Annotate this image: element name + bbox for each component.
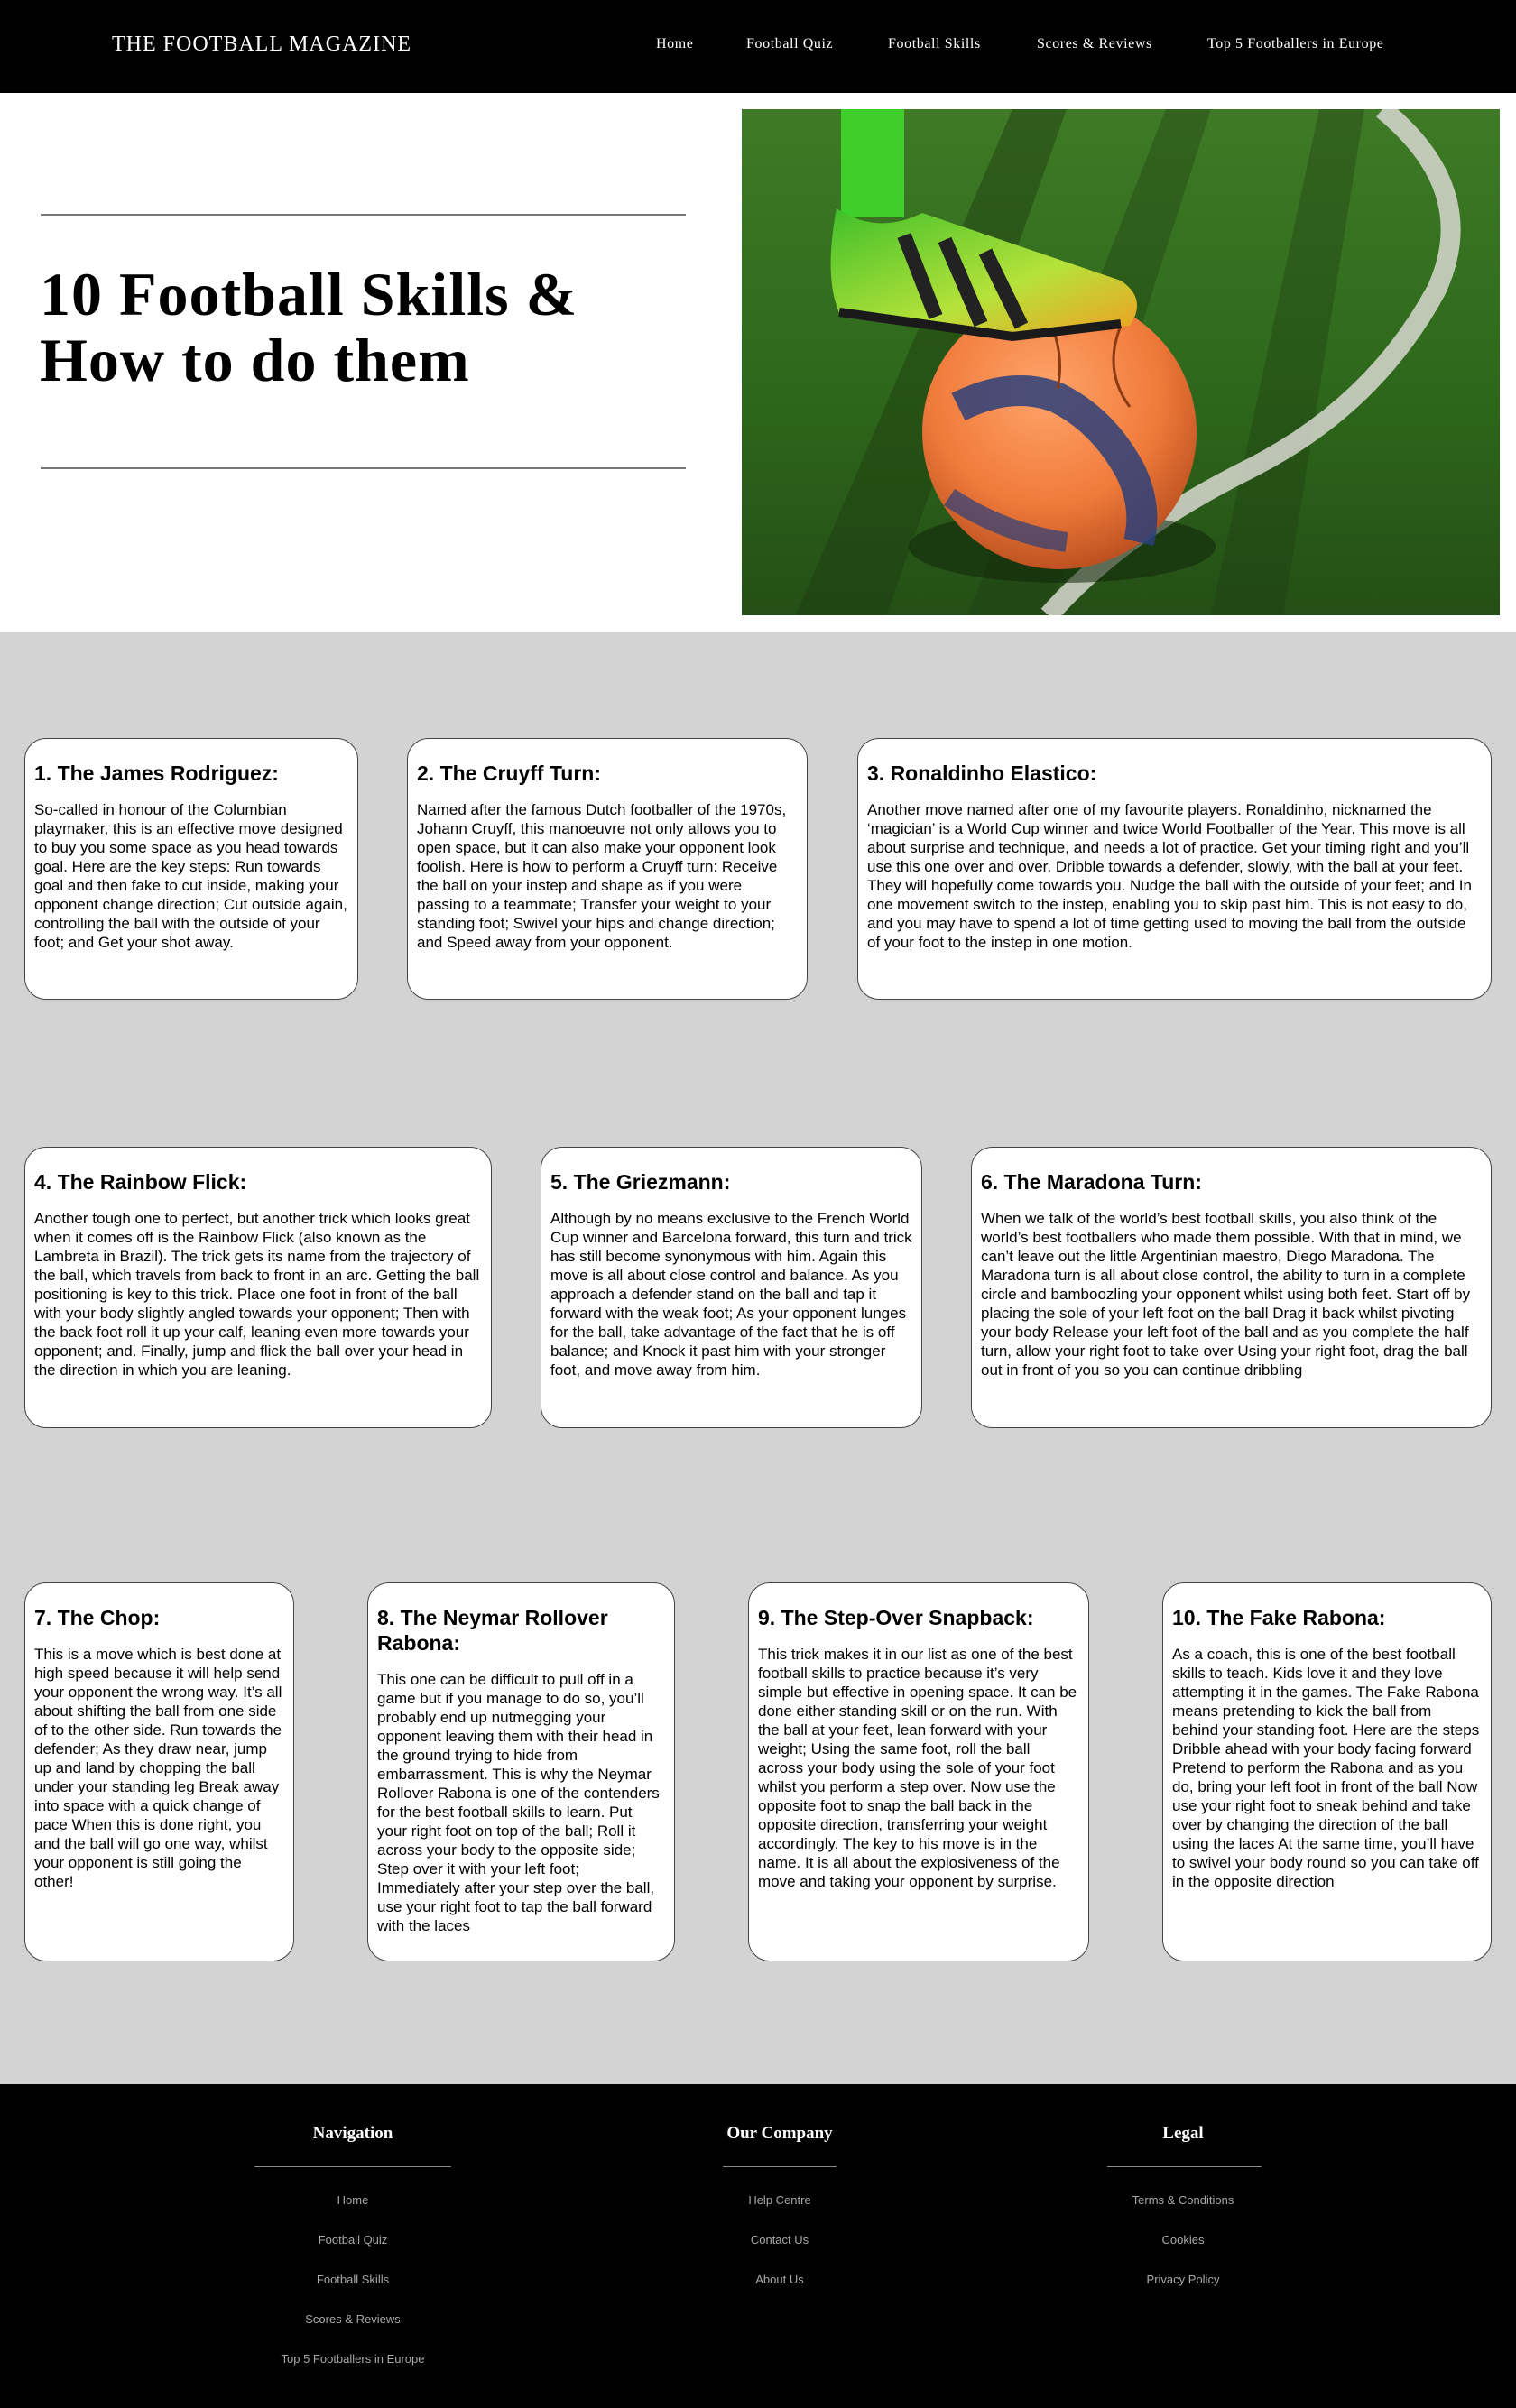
footer-link-help-centre[interactable]: Help Centre [748, 2193, 810, 2207]
skill-card-title: 9. The Step-Over Snapback: [758, 1606, 1034, 1629]
skill-card-5: 5. The Griezmann: Although by no means e… [541, 1147, 922, 1428]
skill-card-4: 4. The Rainbow Flick: Another tough one … [24, 1147, 492, 1428]
footer-link-privacy-policy[interactable]: Privacy Policy [1147, 2273, 1220, 2286]
footer-link-contact-us[interactable]: Contact Us [751, 2233, 809, 2247]
skill-card-title: 2. The Cruyff Turn: [417, 761, 602, 785]
footer-heading-company: Our Company [726, 2124, 833, 2143]
footer-divider-company [723, 2166, 837, 2167]
football-boot-on-ball-illustration [742, 109, 1500, 615]
hero-bottom-divider [41, 467, 686, 469]
skill-card-title: 3. Ronaldinho Elastico: [867, 761, 1097, 785]
skill-card-10: 10. The Fake Rabona: As a coach, this is… [1162, 1582, 1492, 1961]
skill-card-title: 6. The Maradona Turn: [981, 1170, 1202, 1194]
footer-divider-legal [1107, 2166, 1262, 2167]
skill-card-title: 4. The Rainbow Flick: [34, 1170, 247, 1194]
nav-link-home[interactable]: Home [656, 36, 694, 52]
footer-link-football-quiz[interactable]: Football Quiz [319, 2233, 388, 2247]
skill-card-title: 8. The Neymar Rollover Rabona: [377, 1606, 608, 1655]
skill-card-title: 10. The Fake Rabona: [1172, 1606, 1386, 1629]
hero-top-divider [41, 214, 686, 216]
skill-card-text: When we talk of the world’s best footbal… [981, 1210, 1471, 1379]
footer-link-home[interactable]: Home [337, 2193, 369, 2207]
skill-card-text: Another tough one to perfect, but anothe… [34, 1210, 480, 1379]
page-title-line-2: How to do them [40, 326, 470, 394]
page-title-line-1: 10 Football Skills & [40, 260, 578, 328]
skill-card-2: 2. The Cruyff Turn: Named after the famo… [407, 738, 808, 1000]
page-title: 10 Football Skills & How to do them [40, 262, 671, 393]
footer-link-football-skills[interactable]: Football Skills [317, 2273, 389, 2286]
skill-card-text: As a coach, this is one of the best foot… [1172, 1646, 1480, 1890]
nav-link-scores-reviews[interactable]: Scores & Reviews [1037, 36, 1152, 52]
skill-card-text: Although by no means exclusive to the Fr… [550, 1210, 912, 1379]
footer-divider-navigation [254, 2166, 451, 2167]
skill-card-9: 9. The Step-Over Snapback: This trick ma… [748, 1582, 1089, 1961]
skill-card-title: 1. The James Rodriguez: [34, 761, 279, 785]
skill-card-7: 7. The Chop: This is a move which is bes… [24, 1582, 294, 1961]
skill-card-text: This is a move which is best done at hig… [34, 1646, 282, 1890]
skill-card-6: 6. The Maradona Turn: When we talk of th… [971, 1147, 1492, 1428]
footer-link-about-us[interactable]: About Us [755, 2273, 803, 2286]
nav-link-football-quiz[interactable]: Football Quiz [746, 36, 833, 52]
skill-card-title: 7. The Chop: [34, 1606, 161, 1629]
footer-link-cookies[interactable]: Cookies [1162, 2233, 1205, 2247]
skill-card-1: 1. The James Rodriguez: So-called in hon… [24, 738, 358, 1000]
skill-card-text: So-called in honour of the Columbian pla… [34, 801, 347, 951]
hero-football-image [742, 109, 1500, 615]
skill-card-text: Another move named after one of my favou… [867, 801, 1472, 951]
skill-card-3: 3. Ronaldinho Elastico: Another move nam… [857, 738, 1492, 1000]
skill-card-text: This one can be difficult to pull off in… [377, 1671, 660, 1934]
skill-card-8: 8. The Neymar Rollover Rabona: This one … [367, 1582, 675, 1961]
skill-card-text: This trick makes it in our list as one o… [758, 1646, 1077, 1890]
site-brand[interactable]: THE FOOTBALL MAGAZINE [112, 32, 411, 57]
footer-link-scores-reviews[interactable]: Scores & Reviews [305, 2312, 400, 2326]
nav-link-football-skills[interactable]: Football Skills [888, 36, 981, 52]
footer-heading-navigation: Navigation [312, 2124, 393, 2143]
skill-card-title: 5. The Griezmann: [550, 1170, 731, 1194]
footer-heading-legal: Legal [1162, 2124, 1204, 2143]
skill-card-text: Named after the famous Dutch footballer … [417, 801, 787, 951]
footer-link-top-5-footballers[interactable]: Top 5 Footballers in Europe [282, 2352, 425, 2366]
nav-link-top-5-footballers[interactable]: Top 5 Footballers in Europe [1207, 36, 1384, 52]
footer-link-terms[interactable]: Terms & Conditions [1132, 2193, 1234, 2207]
top-navigation-bar: THE FOOTBALL MAGAZINE Home Football Quiz… [0, 0, 1516, 93]
